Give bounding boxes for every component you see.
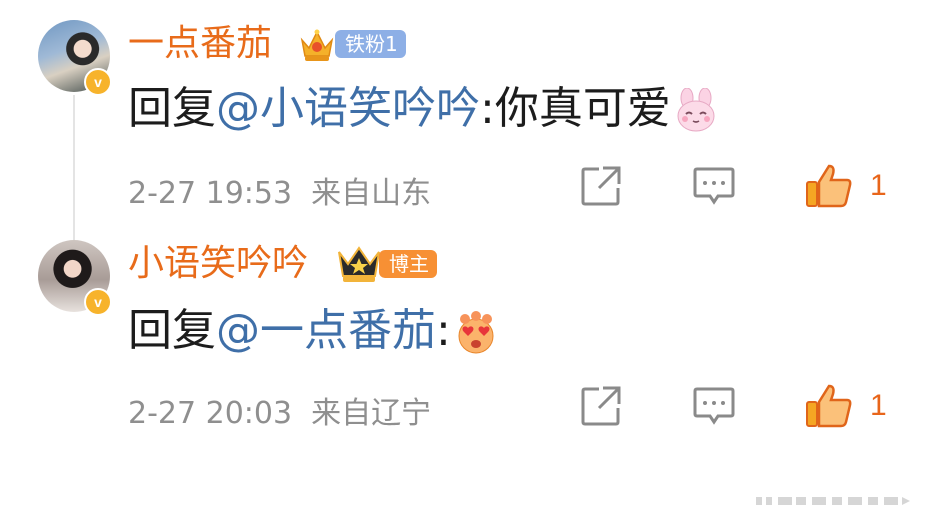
heart-eyes-emoji-icon	[458, 311, 494, 354]
comment-text: 你真可爱	[494, 83, 671, 134]
like-thumb-icon[interactable]	[805, 162, 853, 208]
mention-link[interactable]: @小语笑吟吟	[216, 83, 480, 134]
share-icon[interactable]	[579, 384, 623, 428]
comment-content: 回复@一点番茄:	[128, 304, 499, 358]
comment-icon[interactable]	[692, 384, 736, 428]
comment-content: 回复@小语笑吟吟:你真可爱	[128, 82, 719, 136]
location: 来自辽宁	[311, 396, 432, 431]
like-count: 1	[870, 169, 887, 202]
timestamp: 2-27 20:03	[128, 396, 293, 431]
comment-icon[interactable]	[692, 164, 736, 208]
verified-badge-icon: v	[84, 288, 112, 316]
comment-meta: 2-27 19:53 来自山东	[128, 176, 431, 212]
crown-icon	[300, 29, 334, 61]
separator: :	[480, 83, 495, 134]
username[interactable]: 小语笑吟吟	[128, 242, 308, 286]
blogger-badge: 博主	[379, 250, 437, 278]
reply-prefix: 回复	[128, 83, 216, 134]
mention-link[interactable]: @一点番茄	[216, 305, 436, 356]
fan-badge: 铁粉1	[335, 30, 406, 58]
like-thumb-icon[interactable]	[805, 382, 853, 428]
comment-meta: 2-27 20:03 来自辽宁	[128, 396, 431, 432]
thread-line	[73, 95, 75, 243]
reply-prefix: 回复	[128, 305, 216, 356]
crown-icon	[338, 246, 380, 282]
username[interactable]: 一点番茄	[128, 22, 272, 66]
separator: :	[436, 305, 451, 356]
timestamp: 2-27 19:53	[128, 176, 293, 211]
share-icon[interactable]	[579, 164, 623, 208]
location: 来自山东	[311, 176, 432, 211]
like-count: 1	[870, 389, 887, 422]
watermark-dots-icon	[756, 497, 910, 505]
verified-badge-icon: v	[84, 68, 112, 96]
bunny-emoji-icon	[677, 88, 715, 132]
